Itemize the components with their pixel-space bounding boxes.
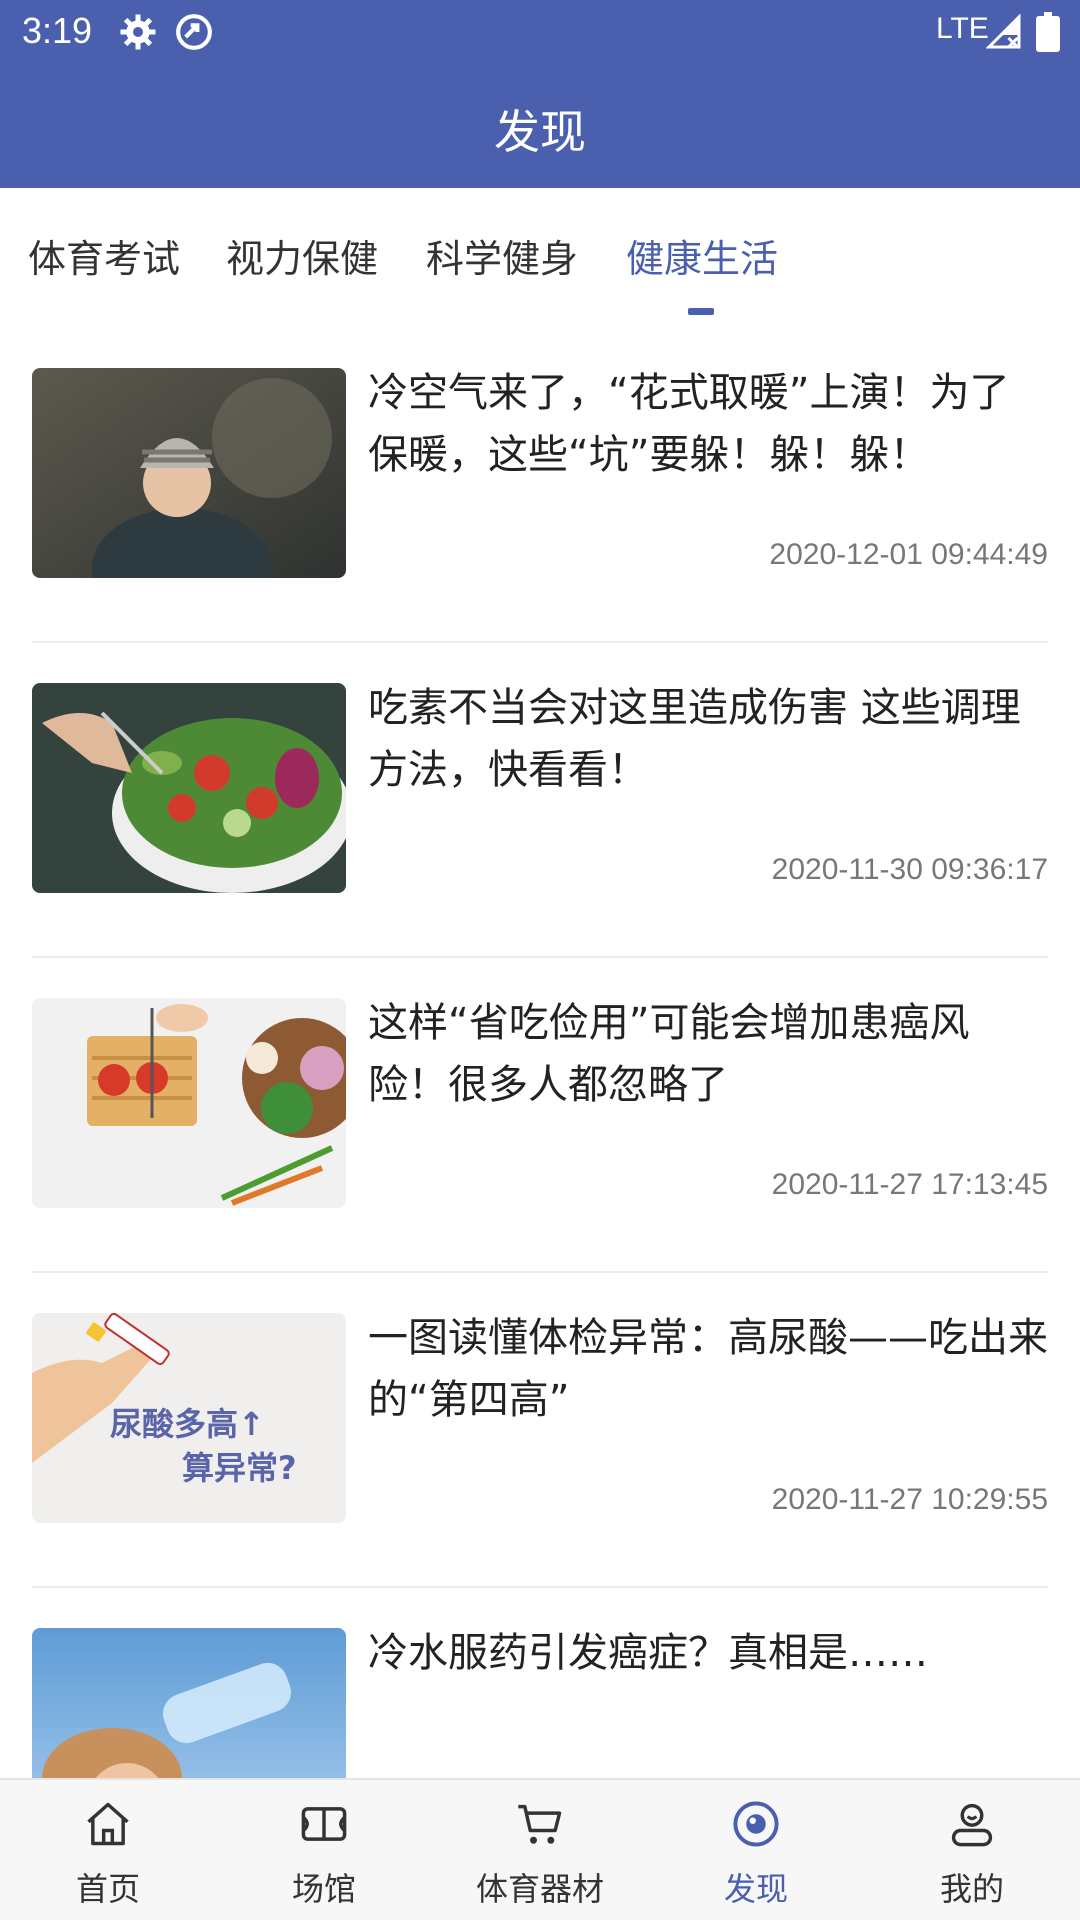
sync-icon [176, 14, 212, 50]
article-item[interactable]: 冷水服药引发癌症？真相是…… [0, 1588, 1080, 1778]
category-tabs: 体育考试 视力保健 科学健身 健康生活 [0, 188, 1080, 328]
app-bar: 3:19 LTE 发现 [0, 0, 1080, 188]
nav-discover-label: 发现 [723, 1870, 788, 1908]
bottom-navigation: 首页 场馆 体育器材 发现 我的 [0, 1778, 1080, 1920]
nav-venues[interactable]: 场馆 [216, 1780, 432, 1920]
article-thumbnail-salad [32, 683, 346, 893]
status-time: 3:19 [22, 10, 93, 51]
article-thumbnail-vegetables [32, 998, 346, 1208]
article-date: 2020-11-30 09:36:17 [771, 853, 1048, 886]
article-item[interactable]: 吃素不当会对这里造成伤害 这些调理方法，快看看！ 2020-11-30 09:3… [0, 643, 1080, 958]
battery-icon [1036, 12, 1060, 52]
article-thumbnail-child [32, 368, 346, 578]
nav-equipment-label: 体育器材 [475, 1870, 604, 1908]
article-title[interactable]: 冷空气来了，“花式取暖”上演！为了保暖，这些“坑”要躲！躲！躲！ [368, 362, 1048, 486]
article-title[interactable]: 吃素不当会对这里造成伤害 这些调理方法，快看看！ [368, 677, 1048, 801]
stadium-icon [301, 1807, 347, 1841]
tab-sports-exam[interactable]: 体育考试 [28, 228, 180, 283]
nav-profile[interactable]: 我的 [864, 1780, 1080, 1920]
article-thumbnail-drinking [32, 1628, 346, 1778]
thumbnail-caption-line-2: 算异常? [182, 1449, 297, 1487]
thumbnail-caption-line-1: 尿酸多高↑ [110, 1405, 265, 1443]
article-date: 2020-11-27 10:29:55 [771, 1483, 1048, 1516]
signal-icon [986, 14, 1021, 49]
nav-profile-label: 我的 [939, 1870, 1004, 1908]
tab-active-indicator [688, 308, 714, 315]
settings-icon [120, 14, 156, 50]
nav-home-label: 首页 [75, 1870, 140, 1908]
article-date: 2020-12-01 09:44:49 [769, 538, 1048, 571]
article-list[interactable]: 冷空气来了，“花式取暖”上演！为了保暖，这些“坑”要躲！躲！躲！ 2020-12… [0, 328, 1080, 1778]
article-item[interactable]: 尿酸多高↑ 算异常? 一图读懂体检异常：高尿酸——吃出来的“第四高” 2020-… [0, 1273, 1080, 1588]
nav-discover[interactable]: 发现 [648, 1780, 864, 1920]
article-title[interactable]: 冷水服药引发癌症？真相是…… [368, 1622, 1048, 1684]
page-title: 发现 [494, 105, 586, 159]
tab-vision-care[interactable]: 视力保健 [226, 228, 378, 283]
status-bar: 3:19 LTE [0, 0, 1080, 62]
profile-icon [951, 1803, 993, 1847]
nav-home[interactable]: 首页 [0, 1780, 216, 1920]
nav-venues-label: 场馆 [291, 1870, 356, 1908]
tab-scientific-fitness[interactable]: 科学健身 [426, 228, 578, 283]
nav-equipment[interactable]: 体育器材 [432, 1780, 648, 1920]
home-icon [87, 1802, 129, 1846]
network-type: LTE [936, 12, 989, 45]
article-item[interactable]: 这样“省吃俭用”可能会增加患癌风险！很多人都忽略了 2020-11-27 17:… [0, 958, 1080, 1273]
article-item[interactable]: 冷空气来了，“花式取暖”上演！为了保暖，这些“坑”要躲！躲！躲！ 2020-12… [0, 328, 1080, 643]
article-title[interactable]: 一图读懂体检异常：高尿酸——吃出来的“第四高” [368, 1307, 1048, 1431]
cart-icon [518, 1804, 562, 1844]
article-date: 2020-11-27 17:13:45 [771, 1168, 1048, 1201]
tab-healthy-living[interactable]: 健康生活 [626, 228, 778, 283]
article-thumbnail-uric-acid: 尿酸多高↑ 算异常? [32, 1313, 346, 1523]
discover-icon [733, 1801, 779, 1847]
article-title[interactable]: 这样“省吃俭用”可能会增加患癌风险！很多人都忽略了 [368, 992, 1048, 1116]
